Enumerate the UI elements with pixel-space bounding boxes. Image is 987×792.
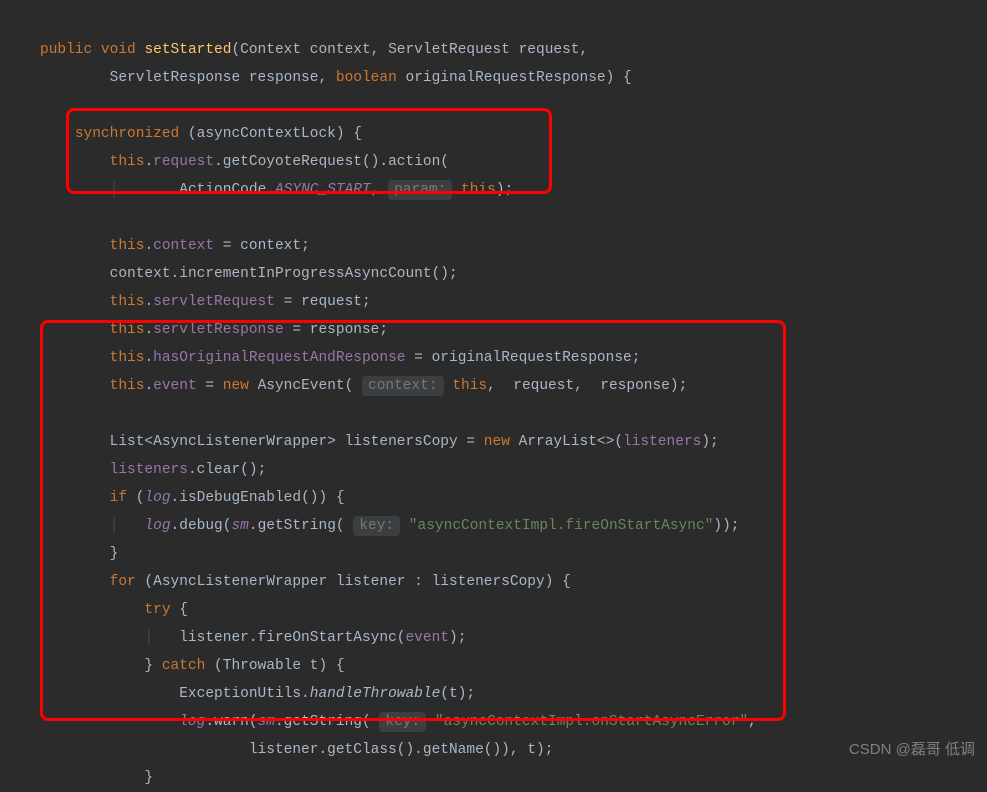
param-hint: param: bbox=[388, 180, 452, 200]
line-17: for (AsyncListenerWrapper listener : lis… bbox=[40, 574, 571, 590]
line-15: │ log.debug(sm.getString( key: "asyncCon… bbox=[40, 516, 739, 536]
line-9: this.servletResponse = response; bbox=[40, 322, 388, 338]
watermark-text: CSDN @磊哥 低调 bbox=[849, 736, 975, 764]
line-3: synchronized (asyncContextLock) { bbox=[40, 126, 362, 142]
line-2: ServletResponse response, boolean origin… bbox=[40, 70, 632, 86]
line-8: this.servletRequest = request; bbox=[40, 294, 371, 310]
line-10: this.hasOriginalRequestAndResponse = ori… bbox=[40, 350, 640, 366]
line-1: public void setStarted(Context context, … bbox=[40, 42, 588, 58]
param-hint: key: bbox=[353, 516, 400, 536]
line-6: this.context = context; bbox=[40, 238, 310, 254]
line-14: if (log.isDebugEnabled()) { bbox=[40, 490, 345, 506]
line-22: log.warn(sm.getString( key: "asyncContex… bbox=[40, 712, 757, 732]
line-24: } bbox=[40, 770, 153, 786]
code-editor-area[interactable]: public void setStarted(Context context, … bbox=[0, 0, 987, 792]
line-4: this.request.getCoyoteRequest().action( bbox=[40, 154, 449, 170]
line-11: this.event = new AsyncEvent( context: th… bbox=[40, 376, 687, 396]
line-21: ExceptionUtils.handleThrowable(t); bbox=[40, 686, 475, 702]
line-18: try { bbox=[40, 602, 188, 618]
line-16: } bbox=[40, 546, 118, 562]
line-12: List<AsyncListenerWrapper> listenersCopy… bbox=[40, 434, 719, 450]
line-13: listeners.clear(); bbox=[40, 462, 266, 478]
line-7: context.incrementInProgressAsyncCount(); bbox=[40, 266, 458, 282]
line-19: │ listener.fireOnStartAsync(event); bbox=[40, 630, 466, 646]
param-hint: context: bbox=[362, 376, 444, 396]
line-23: listener.getClass().getName()), t); bbox=[40, 742, 553, 758]
line-5: │ ActionCode.ASYNC_START, param: this); bbox=[40, 180, 513, 200]
param-hint: key: bbox=[379, 712, 426, 732]
line-20: } catch (Throwable t) { bbox=[40, 658, 345, 674]
